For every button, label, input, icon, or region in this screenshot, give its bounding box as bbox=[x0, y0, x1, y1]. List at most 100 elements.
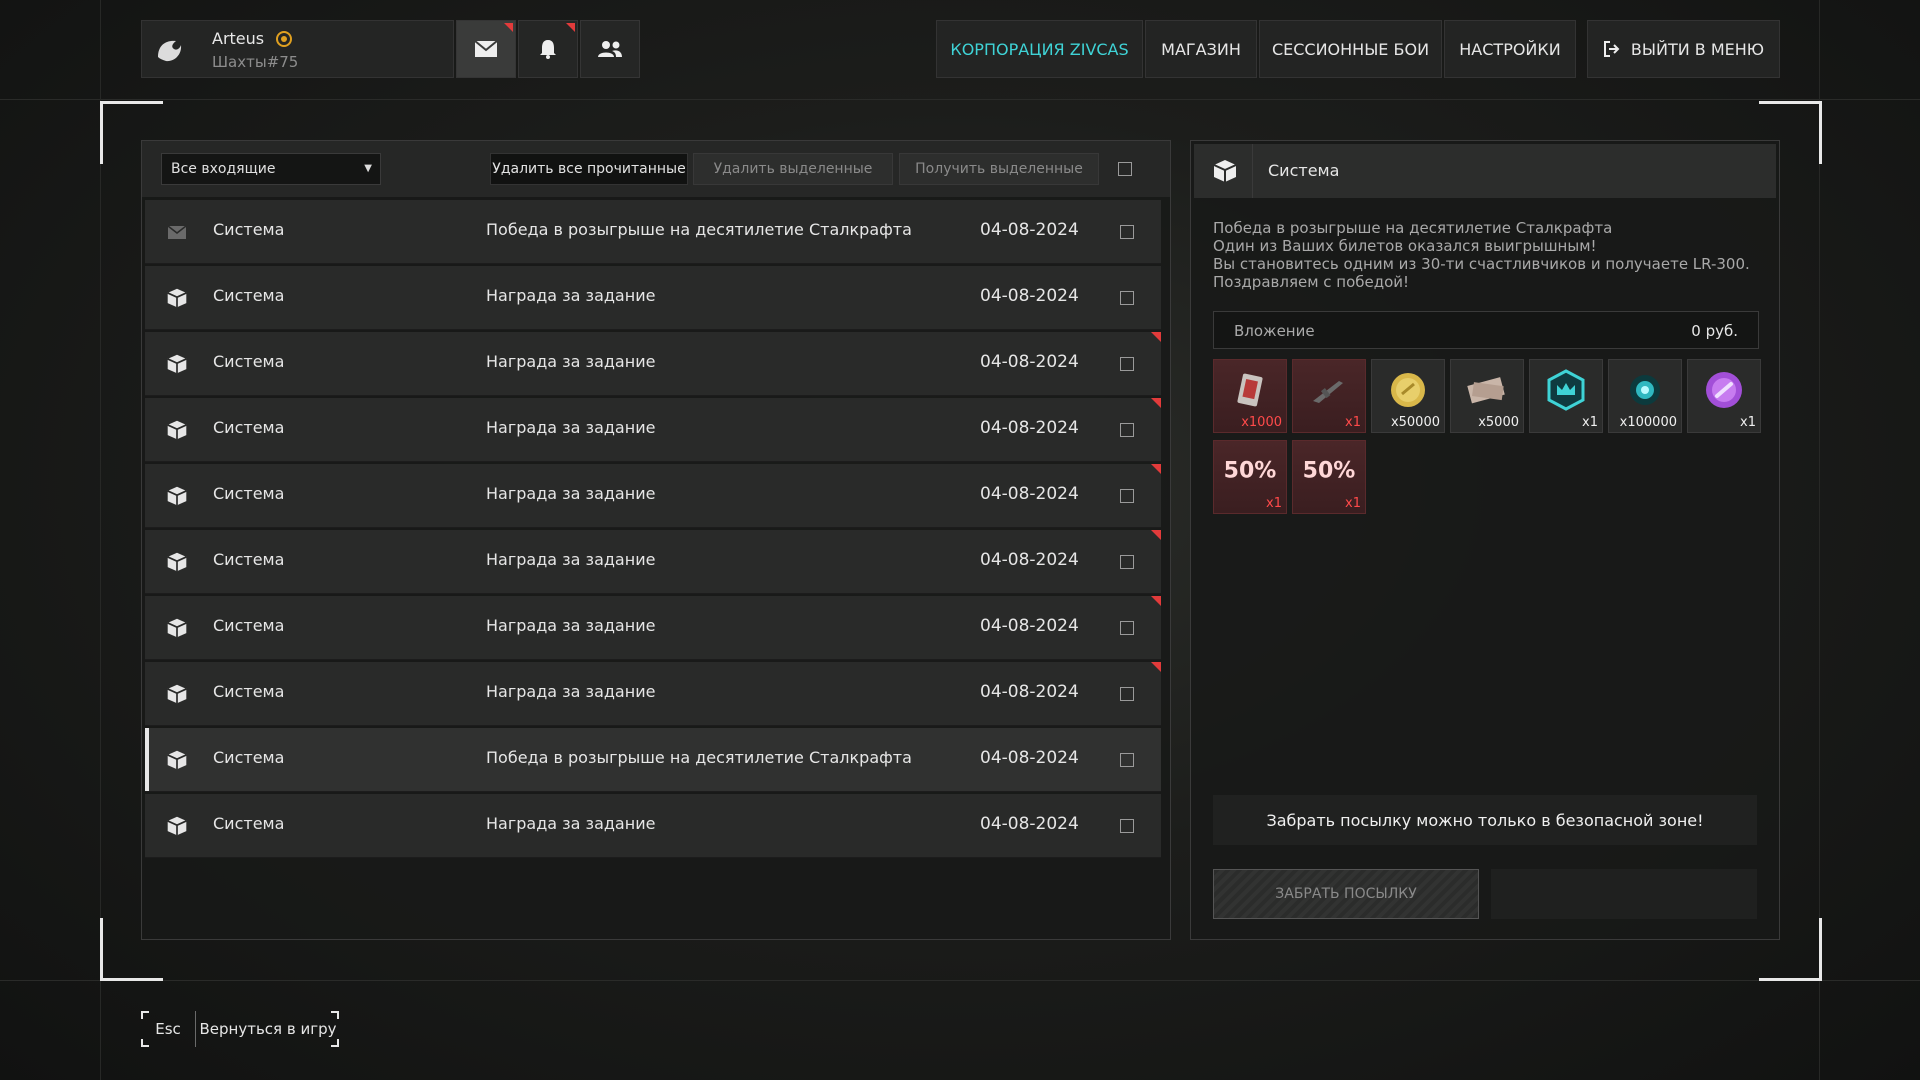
message-date: 04-08-2024 bbox=[980, 682, 1079, 702]
filter-value: Все входящие bbox=[171, 161, 276, 177]
attachment-item[interactable]: x1 bbox=[1292, 359, 1366, 433]
inbox-panel: Все входящие ▼ Удалить все прочитанные У… bbox=[141, 140, 1171, 940]
message-checkbox[interactable] bbox=[1120, 225, 1134, 239]
message-date: 04-08-2024 bbox=[980, 484, 1079, 504]
header-divider bbox=[0, 99, 1920, 100]
ticket-icon bbox=[1237, 373, 1263, 411]
attachment-item[interactable]: x100000 bbox=[1608, 359, 1682, 433]
claim-package-button[interactable]: ЗАБРАТЬ ПОСЫЛКУ bbox=[1213, 869, 1479, 919]
attachment-item[interactable]: x5000 bbox=[1450, 359, 1524, 433]
inbox-filter-select[interactable]: Все входящие ▼ bbox=[161, 153, 381, 185]
item-quantity: x1 bbox=[1582, 415, 1598, 430]
message-date: 04-08-2024 bbox=[980, 286, 1079, 306]
message-row[interactable]: Система Победа в розыгрыше на десятилетие… bbox=[145, 728, 1161, 792]
message-line: Один из Ваших билетов оказался выигрышны… bbox=[1213, 237, 1597, 255]
rank-badge-icon bbox=[276, 31, 292, 47]
unread-marker bbox=[1151, 662, 1161, 672]
item-quantity: x5000 bbox=[1478, 415, 1519, 430]
unread-marker bbox=[1151, 398, 1161, 408]
select-all-checkbox[interactable] bbox=[1118, 162, 1132, 176]
envelope-icon bbox=[163, 218, 191, 246]
package-icon bbox=[163, 680, 191, 708]
message-row[interactable]: Система Награда за задание 04-08-2024 bbox=[145, 464, 1161, 528]
message-checkbox[interactable] bbox=[1120, 753, 1134, 767]
message-sender: Система bbox=[213, 748, 285, 767]
attachment-item[interactable]: x50000 bbox=[1371, 359, 1445, 433]
crown-badge-icon bbox=[1545, 368, 1587, 415]
delete-selected-button[interactable]: Удалить выделенные bbox=[693, 153, 893, 185]
package-icon bbox=[163, 812, 191, 840]
mail-icon bbox=[475, 41, 497, 57]
footer-corner bbox=[141, 1011, 149, 1019]
nav-shop[interactable]: МАГАЗИН bbox=[1145, 20, 1257, 78]
nav-sessions[interactable]: СЕССИОННЫЕ БОИ bbox=[1259, 20, 1442, 78]
message-row[interactable]: Система Награда за задание 04-08-2024 bbox=[145, 596, 1161, 660]
message-date: 04-08-2024 bbox=[980, 616, 1079, 636]
message-sender: Система bbox=[213, 616, 285, 635]
message-sender: Система bbox=[213, 352, 285, 371]
unread-marker bbox=[1151, 596, 1161, 606]
message-date: 04-08-2024 bbox=[980, 352, 1079, 372]
delete-read-button[interactable]: Удалить все прочитанные bbox=[490, 153, 688, 185]
item-quantity: x1000 bbox=[1241, 415, 1282, 430]
item-quantity: x1 bbox=[1740, 415, 1756, 430]
purple-link-icon bbox=[1704, 370, 1744, 414]
mail-button[interactable] bbox=[456, 20, 516, 78]
message-row[interactable]: Система Награда за задание 04-08-2024 bbox=[145, 530, 1161, 594]
profile-card[interactable]: Arteus Шахты#75 bbox=[141, 20, 454, 78]
footer-corner bbox=[141, 1039, 149, 1047]
message-checkbox[interactable] bbox=[1120, 555, 1134, 569]
unread-marker bbox=[1151, 464, 1161, 474]
message-subject: Победа в розыгрыше на десятилетие Сталкр… bbox=[486, 748, 912, 767]
package-icon bbox=[163, 548, 191, 576]
message-checkbox[interactable] bbox=[1120, 423, 1134, 437]
message-checkbox[interactable] bbox=[1120, 291, 1134, 305]
message-row[interactable]: Система Награда за задание 04-08-2024 bbox=[145, 332, 1161, 396]
attachment-item[interactable]: 50% x1 bbox=[1292, 440, 1366, 514]
message-row[interactable]: Система Награда за задание 04-08-2024 bbox=[145, 266, 1161, 330]
attachment-label: Вложение bbox=[1234, 322, 1315, 340]
bell-icon bbox=[540, 40, 556, 59]
message-body: Победа в розыгрыше на десятилетие Сталкр… bbox=[1213, 219, 1753, 291]
attachment-item[interactable]: x1000 bbox=[1213, 359, 1287, 433]
footer-corner bbox=[331, 1011, 339, 1019]
message-subject: Награда за задание bbox=[486, 550, 656, 569]
message-checkbox[interactable] bbox=[1120, 687, 1134, 701]
player-location: Шахты#75 bbox=[212, 53, 299, 71]
nav-corporation[interactable]: КОРПОРАЦИЯ ZIVCAS bbox=[936, 20, 1143, 78]
unread-marker bbox=[1151, 332, 1161, 342]
message-subject: Награда за задание bbox=[486, 286, 656, 305]
message-line: Победа в розыгрыше на десятилетие Сталкр… bbox=[1213, 219, 1613, 237]
exit-to-menu-button[interactable]: ВЫЙТИ В МЕНЮ bbox=[1587, 20, 1780, 78]
attachment-item[interactable]: x1 bbox=[1529, 359, 1603, 433]
attachment-item[interactable]: 50% x1 bbox=[1213, 440, 1287, 514]
item-quantity: x1 bbox=[1345, 415, 1361, 430]
message-sender: Система bbox=[213, 418, 285, 437]
detail-header: Система bbox=[1194, 144, 1776, 198]
notifications-button[interactable] bbox=[518, 20, 578, 78]
friends-button[interactable] bbox=[580, 20, 640, 78]
message-checkbox[interactable] bbox=[1120, 621, 1134, 635]
package-icon bbox=[163, 284, 191, 312]
message-row[interactable]: Система Победа в розыгрыше на десятилетие… bbox=[145, 200, 1161, 264]
message-date: 04-08-2024 bbox=[980, 748, 1079, 768]
exit-icon bbox=[1603, 41, 1620, 57]
message-checkbox[interactable] bbox=[1120, 819, 1134, 833]
message-checkbox[interactable] bbox=[1120, 357, 1134, 371]
receive-selected-button[interactable]: Получить выделенные bbox=[899, 153, 1099, 185]
message-row[interactable]: Система Награда за задание 04-08-2024 bbox=[145, 662, 1161, 726]
package-icon bbox=[1213, 160, 1237, 182]
message-sender: Система bbox=[213, 682, 285, 701]
inbox-toolbar: Все входящие ▼ Удалить все прочитанные У… bbox=[142, 141, 1170, 197]
message-row[interactable]: Система Награда за задание 04-08-2024 bbox=[145, 398, 1161, 462]
footer-frame bbox=[141, 1011, 339, 1047]
energy-orb-icon bbox=[1627, 372, 1663, 412]
attachment-item[interactable]: x1 bbox=[1687, 359, 1761, 433]
message-row[interactable]: Система Награда за задание 04-08-2024 bbox=[145, 794, 1161, 858]
message-subject: Награда за задание bbox=[486, 814, 656, 833]
message-checkbox[interactable] bbox=[1120, 489, 1134, 503]
footer-divider bbox=[0, 980, 1920, 981]
header-separator bbox=[1252, 144, 1253, 198]
nav-settings[interactable]: НАСТРОЙКИ bbox=[1444, 20, 1576, 78]
message-date: 04-08-2024 bbox=[980, 550, 1079, 570]
